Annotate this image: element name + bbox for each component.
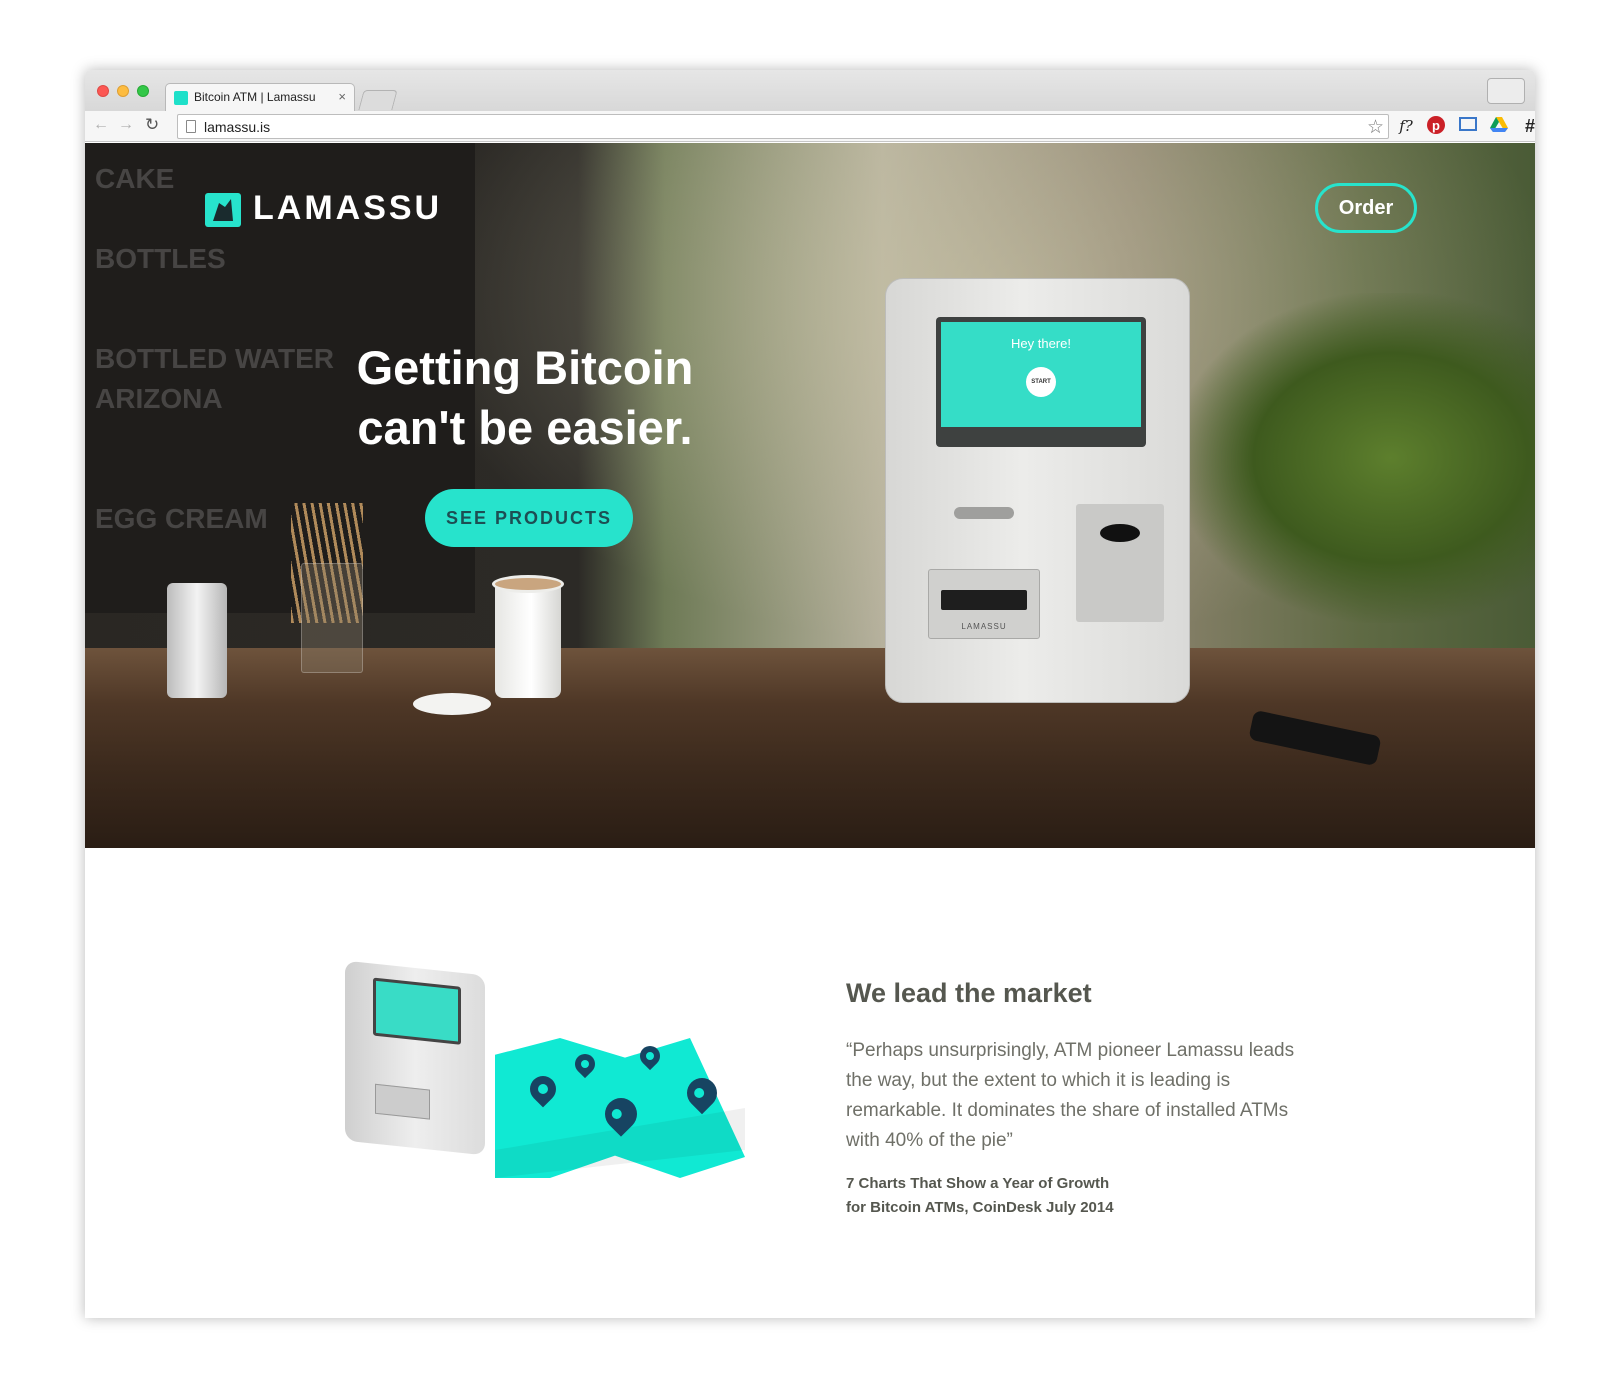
- close-window-button[interactable]: [97, 85, 109, 97]
- tab-close-icon[interactable]: ×: [338, 89, 346, 104]
- new-tab-button[interactable]: [358, 90, 398, 110]
- page-icon: [186, 120, 196, 133]
- mini-atm-screen: [373, 977, 461, 1045]
- hero-headline: Getting Bitcoin can't be easier.: [325, 338, 725, 458]
- back-arrow-icon[interactable]: ←: [93, 116, 109, 134]
- pinterest-icon[interactable]: p: [1425, 115, 1447, 137]
- atm-greeting-text: Hey there!: [1011, 336, 1071, 351]
- cast-icon[interactable]: [1457, 115, 1479, 137]
- browser-window: Bitcoin ATM | Lamassu × ← → ↻ lamassu.is…: [85, 70, 1535, 1318]
- atm-brand-text: LAMASSU: [961, 622, 1007, 631]
- atm-display: Hey there! START: [941, 322, 1141, 427]
- market-heading: We lead the market: [846, 978, 1092, 1008]
- mini-atm-slot: [375, 1083, 430, 1120]
- atm-screen: Hey there! START: [936, 317, 1146, 447]
- tab-title: Bitcoin ATM | Lamassu: [194, 90, 316, 104]
- lamassu-logo-icon: [205, 193, 241, 227]
- hashtag-extension-icon[interactable]: #: [1519, 115, 1535, 137]
- headline-line-1: Getting Bitcoin: [356, 341, 694, 394]
- mini-atm-illustration: [345, 960, 485, 1156]
- market-source: 7 Charts That Show a Year of Growth for …: [846, 1172, 1166, 1220]
- market-illustration: [335, 958, 755, 1208]
- source-line-1: 7 Charts That Show a Year of Growth: [846, 1175, 1110, 1192]
- tab-lamassu[interactable]: Bitcoin ATM | Lamassu ×: [165, 83, 355, 111]
- see-products-button[interactable]: SEE PRODUCTS: [425, 489, 633, 547]
- sugar-shaker-image: [167, 583, 227, 698]
- atm-bill-slot: LAMASSU: [928, 569, 1040, 639]
- drive-icon[interactable]: [1488, 115, 1510, 137]
- reload-icon[interactable]: ↻: [145, 115, 159, 135]
- coffee-cup-image: [495, 583, 561, 698]
- hero-section: CAKE BOTTLES BOTTLED WATER ARIZONA EGG C…: [85, 143, 1535, 848]
- svg-text:p: p: [1432, 118, 1440, 133]
- atm-qr-scanner: [1076, 504, 1164, 622]
- market-quote: “Perhaps unsurprisingly, ATM pioneer Lam…: [846, 1040, 1295, 1151]
- maximize-window-button[interactable]: [137, 85, 149, 97]
- atm-badge: [954, 507, 1014, 519]
- url-text[interactable]: lamassu.is: [204, 119, 270, 135]
- plant-background: [1175, 293, 1535, 623]
- atm-image: Hey there! START LAMASSU: [885, 278, 1190, 703]
- minimize-window-button[interactable]: [117, 85, 129, 97]
- lamassu-favicon-icon: [174, 91, 188, 105]
- font-extension-icon[interactable]: f?: [1395, 115, 1417, 137]
- bookmark-star-icon[interactable]: ☆: [1367, 116, 1384, 139]
- source-line-2: for Bitcoin ATMs, CoinDesk July 2014: [846, 1199, 1114, 1216]
- forward-arrow-icon[interactable]: →: [118, 116, 134, 134]
- coffee-foam-image: [492, 575, 564, 593]
- atm-scanner-lens: [1100, 524, 1140, 542]
- atm-start-button: START: [1026, 367, 1056, 397]
- order-button[interactable]: Order: [1315, 183, 1417, 233]
- cup-lid-image: [413, 693, 491, 715]
- headline-line-2: can't be easier.: [357, 401, 693, 454]
- logo-text: LAMASSU: [253, 189, 443, 227]
- market-section: We lead the market “Perhaps unsurprising…: [85, 848, 1535, 1318]
- glass-image: [301, 563, 363, 673]
- address-bar[interactable]: lamassu.is ☆: [177, 114, 1389, 139]
- tab-bar: Bitcoin ATM | Lamassu ×: [85, 70, 1535, 111]
- profile-button[interactable]: [1487, 78, 1525, 104]
- browser-toolbar: ← → ↻ lamassu.is ☆ f? p # ≡: [85, 111, 1535, 142]
- atm-slot-opening: [941, 590, 1027, 610]
